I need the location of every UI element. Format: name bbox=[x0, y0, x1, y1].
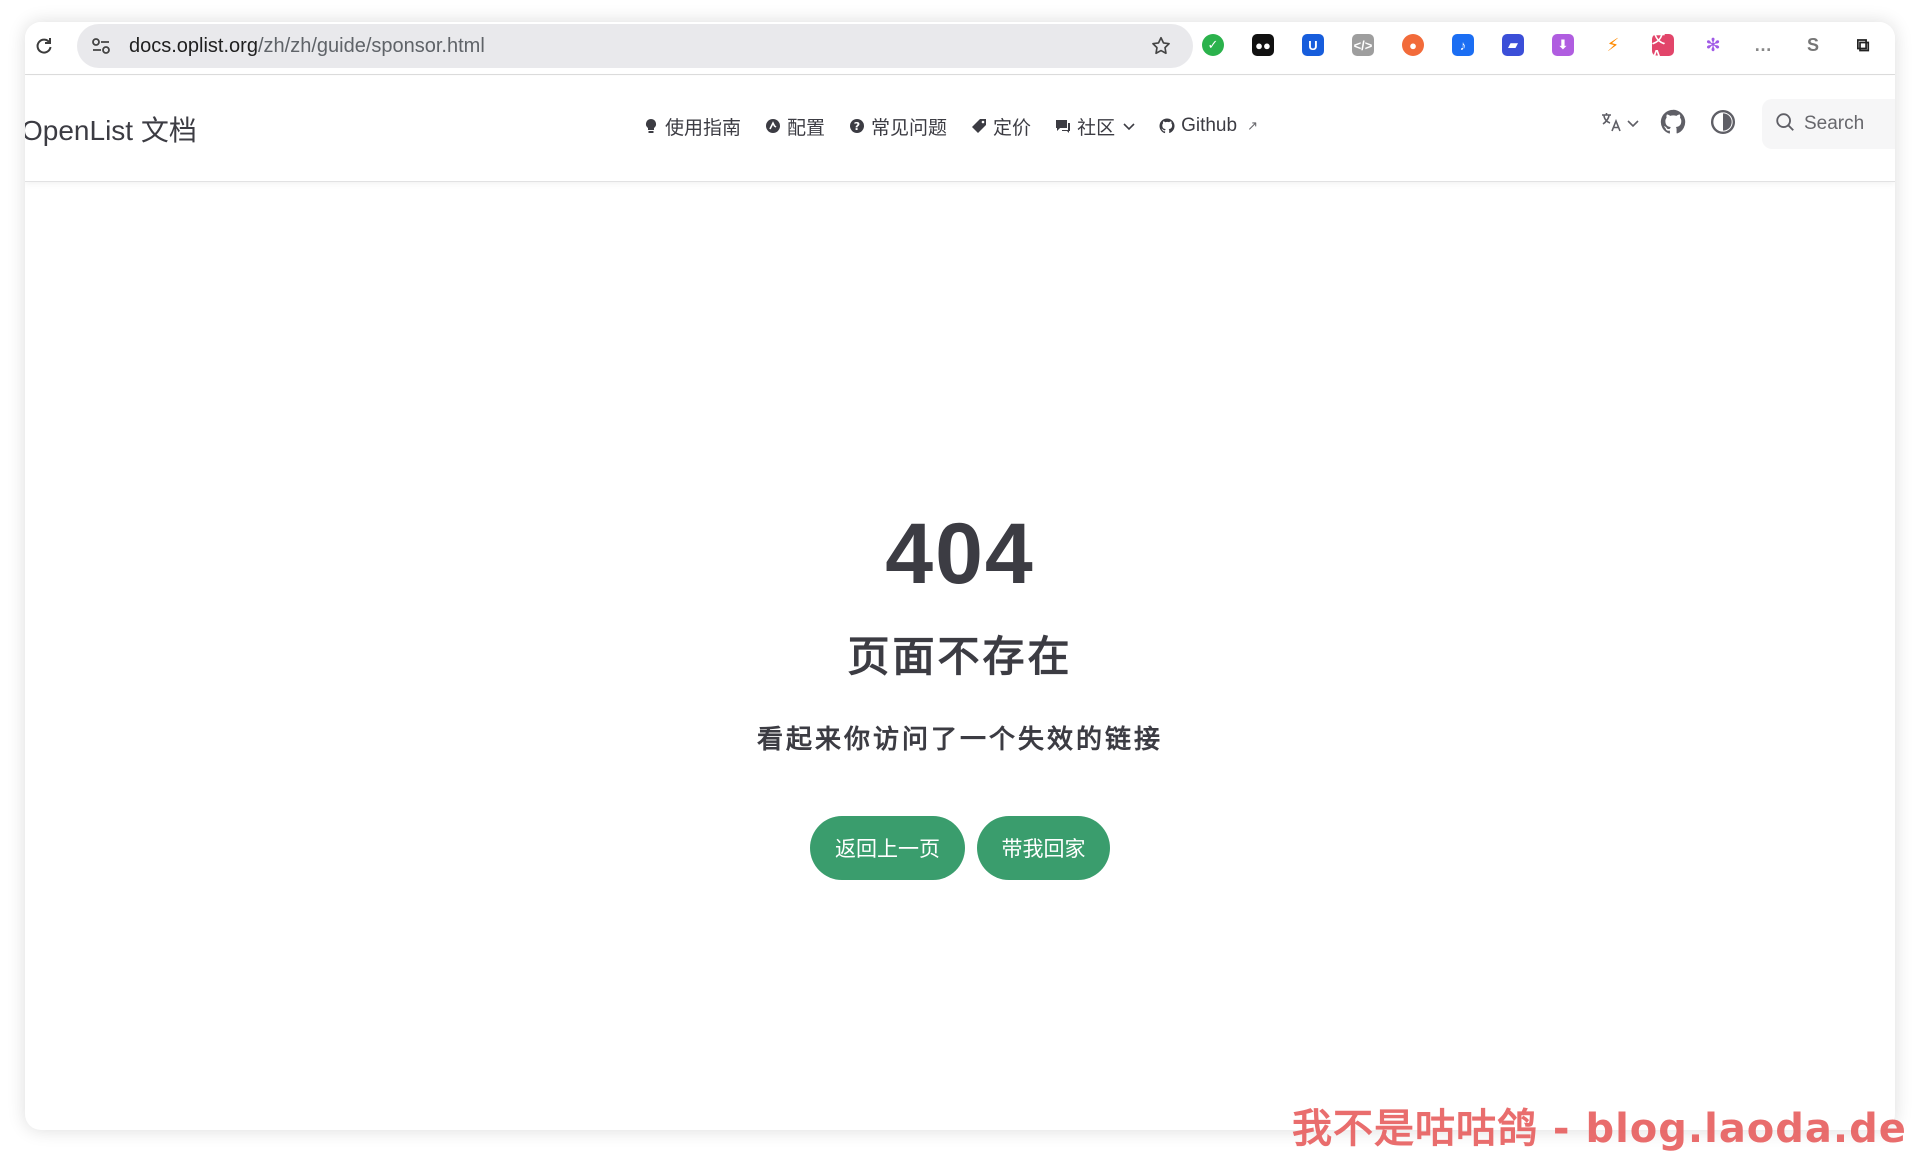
nav-item-community[interactable]: 社区 bbox=[1055, 113, 1135, 140]
site-navbar: OpenList 文档 使用指南 配置 ? 常见问题 定价 社区 Github … bbox=[25, 76, 1895, 182]
ext-orange-blob-icon[interactable]: ● bbox=[1388, 30, 1438, 60]
ext-openai-icon-glyph: ✻ bbox=[1705, 34, 1721, 55]
ext-glasses-icon-glyph: ●● bbox=[1252, 34, 1274, 56]
ext-openai-icon[interactable]: ✻ bbox=[1688, 30, 1738, 60]
external-link-icon: ↗ bbox=[1247, 118, 1258, 133]
search-icon bbox=[1774, 111, 1796, 138]
language-switcher[interactable] bbox=[1590, 102, 1648, 146]
nav-item-pricing[interactable]: 定价 bbox=[971, 113, 1031, 140]
take-me-home-button[interactable]: 带我回家 bbox=[977, 816, 1110, 880]
ext-purple-download-icon[interactable]: ⬇ bbox=[1538, 30, 1588, 60]
reload-icon[interactable] bbox=[31, 33, 57, 59]
ext-s-icon[interactable]: S bbox=[1788, 30, 1838, 60]
nav-item-github[interactable]: Github ↗ bbox=[1159, 115, 1258, 137]
ext-glasses-icon[interactable]: ●● bbox=[1238, 30, 1288, 60]
ext-blue-feather-icon-glyph: ▰ bbox=[1502, 34, 1524, 56]
site-settings-icon[interactable] bbox=[89, 34, 113, 58]
translate-icon bbox=[1599, 110, 1623, 139]
ext-code-icon[interactable]: </> bbox=[1338, 30, 1388, 60]
nav-menu: 使用指南 配置 ? 常见问题 定价 社区 Github ↗ bbox=[643, 106, 1282, 146]
ext-orange-blob-icon-glyph: ● bbox=[1402, 34, 1424, 56]
url-host: docs.oplist.org bbox=[129, 35, 258, 57]
error-title: 页面不存在 bbox=[847, 633, 1073, 680]
github-icon bbox=[1159, 118, 1175, 134]
ext-translate-icon[interactable]: 文A bbox=[1638, 30, 1688, 62]
go-back-button[interactable]: 返回上一页 bbox=[810, 816, 965, 880]
url-text[interactable]: docs.oplist.org/zh/zh/guide/sponsor.html bbox=[129, 24, 485, 68]
ext-translate-icon-glyph: 文A bbox=[1652, 31, 1674, 62]
tag-icon bbox=[971, 118, 987, 134]
search-label: Search bbox=[1804, 113, 1865, 134]
chevron-down-icon bbox=[1627, 115, 1639, 133]
github-link-button[interactable] bbox=[1648, 102, 1698, 146]
ext-s-icon-glyph: S bbox=[1806, 34, 1819, 55]
contrast-icon bbox=[1710, 109, 1736, 140]
bookmark-star-icon[interactable] bbox=[1149, 34, 1173, 58]
ext-tiktok-icon-glyph: ♪ bbox=[1452, 34, 1474, 56]
browser-toolbar: docs.oplist.org/zh/zh/guide/sponsor.html… bbox=[25, 22, 1895, 75]
not-found-page: 404 页面不存在 看起来你访问了一个失效的链接 返回上一页 带我回家 bbox=[25, 182, 1895, 1130]
chevron-down-icon bbox=[1123, 115, 1135, 137]
ext-tiktok-icon[interactable]: ♪ bbox=[1438, 30, 1488, 60]
chat-icon bbox=[1055, 118, 1071, 134]
nav-item-faq[interactable]: ? 常见问题 bbox=[849, 113, 947, 140]
ext-lightning-icon-glyph: ⚡ bbox=[1606, 34, 1620, 55]
nav-item-label: 使用指南 bbox=[665, 117, 742, 139]
ext-code-icon-glyph: </> bbox=[1352, 34, 1374, 56]
ext-blue-feather-icon[interactable]: ▰ bbox=[1488, 30, 1538, 60]
url-path: /zh/zh/guide/sponsor.html bbox=[257, 35, 485, 57]
extensions-bar: ✓ ●● U </> ● ♪ ▰ ⬇ ⚡ 文A ✻ … S ⧉ bbox=[1188, 30, 1888, 62]
ext-green-check-icon-glyph: ✓ bbox=[1202, 34, 1224, 56]
browser-window: docs.oplist.org/zh/zh/guide/sponsor.html… bbox=[25, 22, 1895, 1130]
lightbulb-icon bbox=[643, 118, 659, 134]
gear-icon bbox=[765, 118, 781, 134]
ext-purple-download-icon-glyph: ⬇ bbox=[1552, 34, 1574, 56]
nav-item-config[interactable]: 配置 bbox=[765, 113, 825, 140]
nav-item-label: Github bbox=[1181, 115, 1238, 136]
error-code: 404 bbox=[885, 506, 1035, 602]
ext-chat-bubble-icon[interactable]: … bbox=[1738, 30, 1788, 60]
nav-item-label: 常见问题 bbox=[871, 117, 948, 139]
error-message: 看起来你访问了一个失效的链接 bbox=[756, 724, 1163, 754]
ext-green-check-icon[interactable]: ✓ bbox=[1188, 30, 1238, 60]
ext-bitwarden-icon-glyph: U bbox=[1302, 34, 1324, 56]
github-icon bbox=[1660, 109, 1686, 140]
nav-item-label: 配置 bbox=[787, 117, 826, 139]
ext-lightning-icon[interactable]: ⚡ bbox=[1588, 30, 1638, 60]
nav-item-guide[interactable]: 使用指南 bbox=[643, 113, 741, 140]
ext-bitwarden-icon[interactable]: U bbox=[1288, 30, 1338, 60]
watermark: 我不是咕咕鸽 - blog.laoda.de bbox=[1292, 1106, 1907, 1152]
error-actions: 返回上一页 带我回家 bbox=[25, 816, 1895, 880]
theme-toggle-button[interactable] bbox=[1698, 102, 1748, 146]
address-bar[interactable]: docs.oplist.org/zh/zh/guide/sponsor.html bbox=[77, 24, 1193, 68]
ext-chat-bubble-icon-glyph: … bbox=[1754, 34, 1772, 55]
site-title[interactable]: OpenList 文档 bbox=[25, 109, 197, 149]
svg-text:?: ? bbox=[854, 120, 860, 133]
nav-item-label: 社区 bbox=[1077, 117, 1116, 139]
question-circle-icon: ? bbox=[849, 118, 865, 134]
nav-right-tools: Search bbox=[1590, 99, 1895, 149]
search-button[interactable]: Search bbox=[1762, 99, 1895, 149]
nav-item-label: 定价 bbox=[993, 117, 1032, 139]
extensions-puzzle-icon[interactable]: ⧉ bbox=[1838, 30, 1888, 60]
extensions-puzzle-icon-glyph: ⧉ bbox=[1856, 34, 1870, 55]
